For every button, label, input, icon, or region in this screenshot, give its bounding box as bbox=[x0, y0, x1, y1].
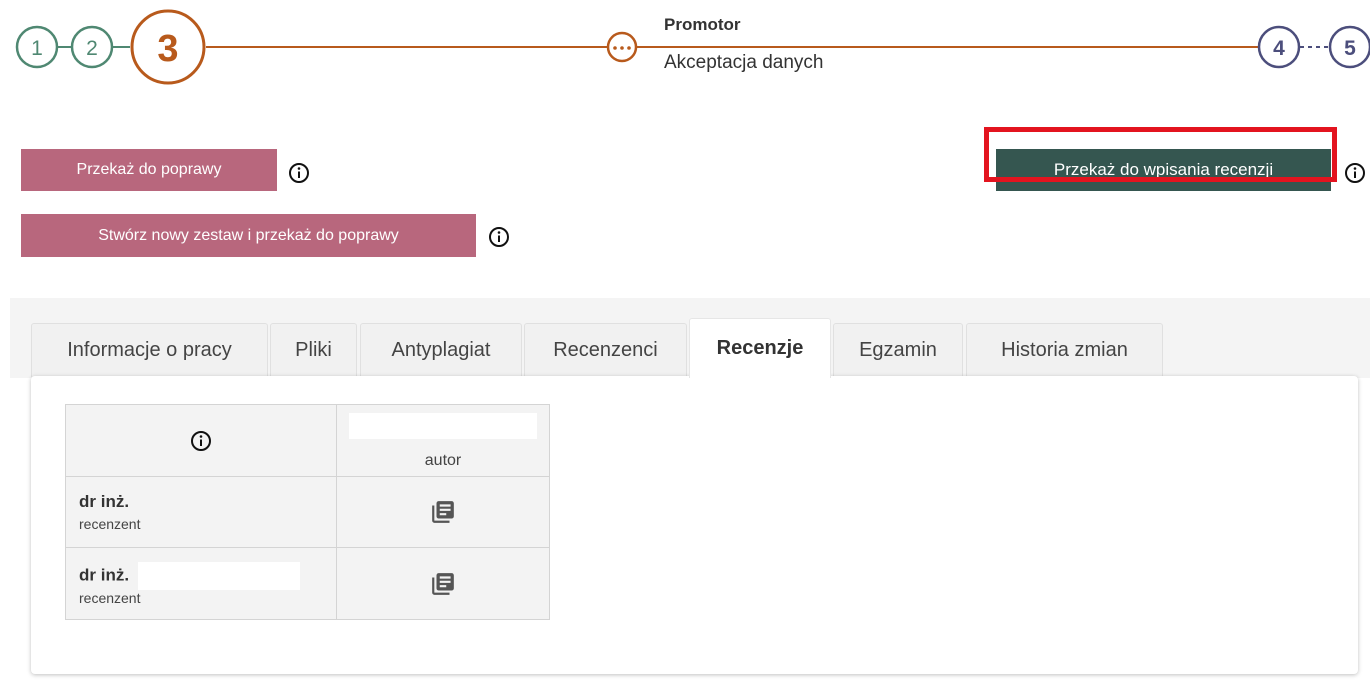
step-5-label: 5 bbox=[1344, 37, 1356, 60]
header-author-cell: autor bbox=[336, 404, 550, 477]
review-cell bbox=[336, 547, 550, 620]
tab-change-history[interactable]: Historia zmian bbox=[966, 323, 1163, 377]
create-new-set-and-return-button[interactable]: Stwórz nowy zestaw i przekaż do poprawy bbox=[21, 214, 476, 257]
step-3-label: 3 bbox=[157, 28, 178, 70]
review-cell bbox=[336, 476, 550, 548]
current-step-subtitle: Akceptacja danych bbox=[664, 52, 824, 73]
step-4-label: 4 bbox=[1273, 37, 1285, 60]
step-1-label: 1 bbox=[31, 37, 43, 60]
info-icon[interactable] bbox=[288, 162, 310, 184]
reviewer-cell: dr inż. recenzent bbox=[65, 476, 337, 548]
table-row: dr inż. recenzent bbox=[65, 476, 550, 548]
reviewer-role: recenzent bbox=[79, 516, 141, 532]
current-step-title: Promotor bbox=[664, 15, 741, 34]
reviewer-title: dr inż. bbox=[79, 564, 130, 584]
info-icon[interactable] bbox=[488, 226, 510, 248]
redacted-name bbox=[349, 413, 537, 439]
return-for-correction-button[interactable]: Przekaż do poprawy bbox=[21, 149, 277, 191]
highlight-frame bbox=[984, 127, 1337, 182]
reviewer-title: dr inż. bbox=[79, 492, 130, 511]
author-role: autor bbox=[424, 452, 462, 469]
tab-files[interactable]: Pliki bbox=[270, 323, 357, 377]
table-row: dr inż. recenzent bbox=[65, 547, 550, 620]
reviewer-role: recenzent bbox=[79, 589, 141, 606]
tab-exam[interactable]: Egzamin bbox=[833, 323, 963, 377]
step-2-label: 2 bbox=[86, 37, 98, 60]
tab-antiplagiarism[interactable]: Antyplagiat bbox=[360, 323, 522, 377]
header-info-cell bbox=[65, 404, 337, 477]
tab-work-info[interactable]: Informacje o pracy bbox=[31, 323, 268, 377]
workflow-stepper: 1 2 3 4 5 Promotor Akceptacja danych bbox=[0, 0, 1370, 100]
reviews-table: autor dr inż. recenzent dr inż. recenzen… bbox=[65, 404, 550, 620]
table-header-row: autor bbox=[65, 404, 550, 477]
reviewer-title-line: dr inż. bbox=[79, 561, 336, 590]
info-icon[interactable] bbox=[1344, 162, 1366, 184]
review-document-icon[interactable] bbox=[430, 571, 456, 597]
info-icon[interactable] bbox=[190, 430, 212, 452]
tab-reviews[interactable]: Recenzje bbox=[689, 318, 831, 378]
tab-reviewers[interactable]: Recenzenci bbox=[524, 323, 687, 377]
reviewer-cell: dr inż. recenzent bbox=[65, 547, 337, 620]
review-document-icon[interactable] bbox=[430, 499, 456, 525]
redacted-name bbox=[137, 561, 300, 590]
